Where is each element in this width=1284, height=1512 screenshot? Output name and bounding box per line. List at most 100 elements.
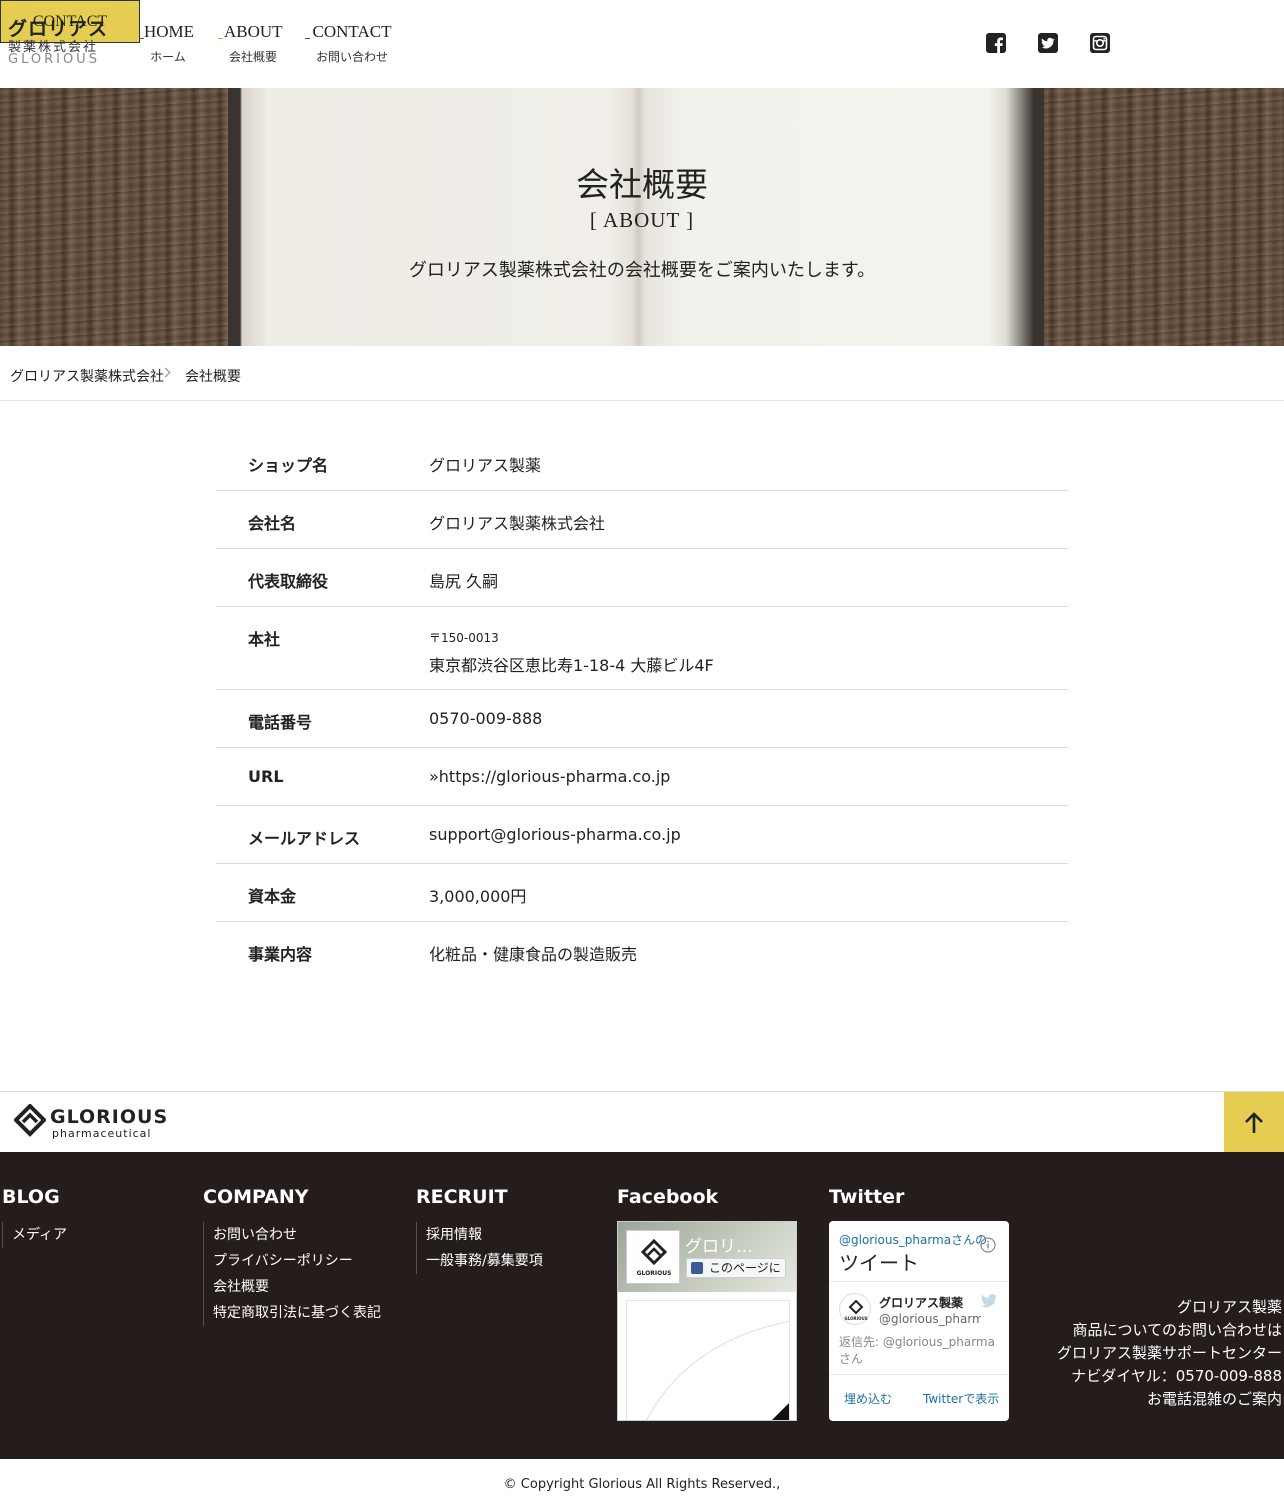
table-row: メールアドレス support@glorious-pharma.co.jp [216, 806, 1068, 864]
footer-address-line: お電話混雑のご案内 [1146, 1390, 1282, 1408]
facebook-page-name[interactable]: グロリ… [685, 1232, 753, 1257]
divider [829, 1374, 1009, 1375]
glorious-logo-icon: GLORIOUS [844, 1299, 868, 1321]
facebook-like-button[interactable]: このページに [686, 1258, 786, 1278]
row-value: グロリアス製薬 [429, 456, 542, 475]
page-subtitle: [ ABOUT ] [589, 208, 695, 232]
nav-separator [218, 38, 223, 39]
footer-address-line: グロリアス製薬 [1176, 1298, 1282, 1316]
facebook-icon[interactable] [985, 32, 1007, 54]
twitter-view-link[interactable]: Twitterで表示 [923, 1390, 999, 1407]
facebook-page-widget[interactable]: GLORIOUS グロリ… このページに [617, 1221, 797, 1421]
nav-contact[interactable]: CONTACT お問い合わせ [312, 22, 392, 65]
instagram-icon[interactable] [1089, 32, 1111, 54]
table-row: 本社 〒150-0013 東京都渋谷区恵比寿1-18-4 大藤ビル4F [216, 607, 1068, 690]
table-row: URL »https://glorious-pharma.co.jp [216, 748, 1068, 806]
svg-text:GLORIOUS: GLORIOUS [637, 1270, 672, 1277]
address: 東京都渋谷区恵比寿1-18-4 大藤ビル4F [429, 656, 714, 675]
footer-address-line: グロリアス製薬サポートセンター [1056, 1344, 1282, 1362]
nav-contact-label: CONTACT [312, 22, 392, 41]
row-label: 事業内容 [248, 945, 313, 964]
url-link[interactable]: »https://glorious-pharma.co.jp [429, 767, 670, 786]
row-value: 3,000,000円 [429, 887, 527, 906]
nav-about-label: ABOUT [224, 22, 283, 41]
facebook-timeline [626, 1300, 790, 1420]
table-row: 代表取締役 島尻 久嗣 [216, 549, 1068, 607]
table-row: ショップ名 グロリアス製薬 [216, 432, 1068, 491]
footer-list-recruit: 採用情報 一般事務/募集要項 [416, 1222, 543, 1274]
glorious-logo-icon: GLORIOUS [637, 1238, 672, 1277]
nav-home-label: HOME [144, 22, 195, 41]
twitter-reply-text: 返信先: @glorious_pharmaさん [839, 1335, 995, 1366]
footer-contact-info: グロリアス製薬 商品についてのお問い合わせは グロリアス製薬サポートセンター ナ… [1057, 1296, 1282, 1411]
divider [829, 1281, 1009, 1282]
row-label: メールアドレス [248, 829, 361, 848]
footer-address-line: ナビダイヤル：0570-009-888 [1071, 1367, 1282, 1385]
footer-logo-text[interactable]: GLORIOUS [50, 1106, 168, 1128]
nav-about[interactable]: ABOUT 会社概要 [224, 22, 283, 65]
twitter-bird-icon [981, 1294, 997, 1308]
row-label: URL [248, 767, 284, 786]
footer-link[interactable]: 会社概要 [213, 1274, 381, 1300]
info-icon[interactable] [980, 1237, 996, 1253]
footer-heading-recruit[interactable]: RECRUIT [416, 1186, 508, 1208]
table-row: 事業内容 化粧品・健康食品の製造販売 [216, 922, 1068, 980]
nav-home-sub: ホーム [150, 50, 186, 64]
nav-about-sub: 会社概要 [228, 50, 277, 64]
row-label: 本社 [248, 630, 281, 649]
nav-separator [305, 38, 310, 39]
row-value: グロリアス製薬株式会社 [429, 514, 606, 533]
page-title: 会社概要 [576, 165, 708, 204]
logo-english[interactable]: GLORIOUS [8, 52, 100, 67]
twitter-embed-link[interactable]: 埋め込む [844, 1390, 892, 1407]
twitter-icon[interactable] [1037, 32, 1059, 54]
table-row: 会社名 グロリアス製薬株式会社 [216, 491, 1068, 549]
breadcrumb-current: 会社概要 [185, 369, 241, 385]
facebook-like-label: このページに [709, 1261, 781, 1275]
footer-link[interactable]: 採用情報 [426, 1222, 543, 1248]
back-to-top-button[interactable] [1224, 1092, 1284, 1153]
footer-logo-bar: GLORIOUS pharmaceutical [0, 1091, 1284, 1153]
arrow-up-icon [1245, 1111, 1263, 1133]
svg-text:GLORIOUS: GLORIOUS [844, 1316, 867, 1321]
site-footer: BLOG メディア COMPANY お問い合わせ プライバシーポリシー 会社概要… [0, 1152, 1284, 1459]
loading-graphic [646, 1320, 789, 1420]
twitter-tweets-label: ツイート [839, 1251, 919, 1275]
copyright: © Copyright Glorious All Rights Reserved… [0, 1459, 1284, 1512]
footer-list-company: お問い合わせ プライバシーポリシー 会社概要 特定商取引法に基づく表記 [203, 1222, 381, 1326]
footer-list-blog: メディア [2, 1222, 67, 1248]
footer-link[interactable]: プライバシーポリシー [213, 1248, 381, 1274]
row-value: 0570-009-888 [429, 709, 543, 728]
row-label: ショップ名 [248, 456, 329, 475]
breadcrumb-home[interactable]: グロリアス製薬株式会社 [10, 366, 164, 386]
twitter-avatar[interactable]: GLORIOUS [839, 1293, 871, 1325]
twitter-handle-line[interactable]: @glorious_pharmaさんの [839, 1231, 987, 1248]
footer-heading-blog[interactable]: BLOG [2, 1186, 60, 1208]
hero-banner: 会社概要 [ ABOUT ] グロリアス製薬株式会社の会社概要をご案内いたします… [0, 88, 1284, 346]
footer-heading-company[interactable]: COMPANY [203, 1186, 309, 1208]
footer-heading-twitter: Twitter [829, 1186, 905, 1208]
twitter-timeline-widget[interactable]: @glorious_pharmaさんの ツイート GLORIOUS グロリアス製… [829, 1221, 1009, 1421]
footer-address-line: 商品についてのお問い合わせは [1072, 1321, 1282, 1339]
footer-link[interactable]: 特定商取引法に基づく表記 [213, 1300, 381, 1326]
footer-heading-facebook: Facebook [617, 1186, 719, 1208]
table-row: 電話番号 0570-009-888 [216, 690, 1068, 748]
facebook-icon [691, 1262, 703, 1274]
footer-link[interactable]: メディア [12, 1222, 67, 1248]
row-label: 代表取締役 [248, 572, 329, 591]
facebook-page-avatar: GLORIOUS [626, 1230, 680, 1284]
page-description: グロリアス製薬株式会社の会社概要をご案内いたします。 [408, 260, 876, 281]
twitter-account-name[interactable]: グロリアス製薬 [879, 1294, 963, 1311]
footer-link[interactable]: お問い合わせ [213, 1222, 381, 1248]
breadcrumb: グロリアス製薬株式会社 会社概要 [0, 347, 1284, 401]
company-info-table: ショップ名 グロリアス製薬 会社名 グロリアス製薬株式会社 代表取締役 島尻 久… [216, 432, 1068, 980]
glorious-logo-icon[interactable] [14, 1104, 46, 1138]
nav-contact-sub: お問い合わせ [315, 50, 388, 64]
twitter-account-handle[interactable]: @glorious_pharma [879, 1312, 981, 1326]
nav-home[interactable]: HOME ホーム [144, 22, 195, 65]
footer-link[interactable]: 一般事務/募集要項 [426, 1248, 543, 1274]
row-label: 資本金 [248, 887, 297, 906]
footer-logo-subtext: pharmaceutical [52, 1127, 152, 1140]
postal-code: 〒150-0013 [429, 631, 499, 645]
site-header: グロリアス 製薬株式会社 GLORIOUS HOME ホーム ABOUT 会社概… [0, 0, 1284, 88]
